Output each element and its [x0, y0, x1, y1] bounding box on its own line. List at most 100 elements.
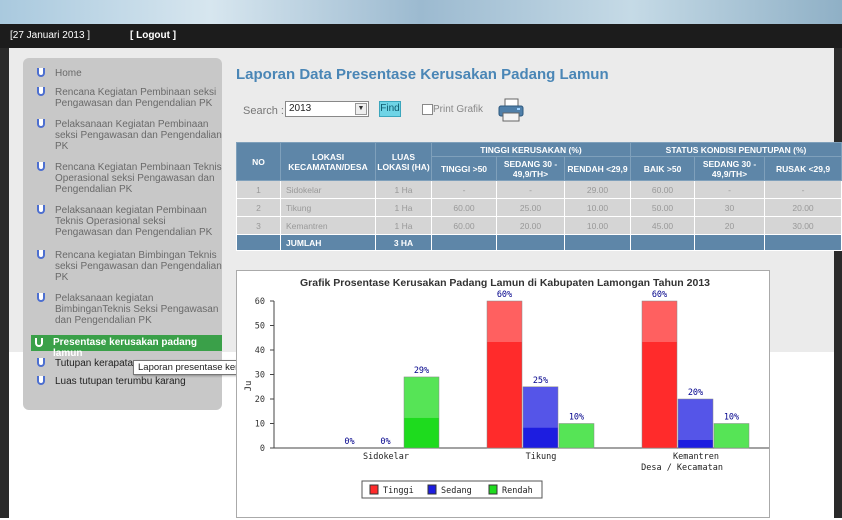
bookmark-icon	[37, 358, 45, 367]
bar-highlight	[523, 386, 558, 428]
cell-baik: 50.00	[630, 198, 696, 217]
data-label: 10%	[724, 413, 739, 423]
sum-empty	[563, 234, 632, 251]
cell-no: 3	[236, 216, 281, 235]
y-tick-label: 0	[260, 444, 265, 454]
sum-empty	[496, 234, 565, 251]
y-tick-label: 60	[255, 297, 265, 307]
data-label: 25%	[533, 376, 548, 386]
header-rusak: RUSAK <29,9	[764, 156, 842, 181]
sum-empty	[694, 234, 766, 251]
cell-rusak: 30.00	[764, 216, 842, 235]
data-label: 29%	[414, 366, 429, 376]
sidebar-item-padang-lamun[interactable]: Presentase kerusakan padang lamun	[31, 335, 222, 359]
header-no: NO	[236, 142, 281, 181]
cell-lokasi: Tikung	[280, 198, 376, 217]
cell-baik: 60.00	[630, 180, 696, 199]
cell-lokasi: Sidokelar	[280, 180, 376, 199]
cell-rendah: 29.00	[563, 180, 632, 199]
category-label: Sidokelar	[363, 452, 409, 462]
cell-sedang: 20.00	[496, 216, 565, 235]
bar-chart: 0 10 20 30 40 50 60 Ju 0% 0% 29% Sidokelar 60% 25% 10%…	[244, 290, 770, 499]
bar-highlight	[487, 301, 522, 342]
header-sedang: SEDANG 30 - 49,9/TH>	[496, 156, 565, 181]
legend-label: Rendah	[502, 486, 533, 496]
data-label: 60%	[652, 290, 667, 300]
header-tinggi: TINGGI >50	[431, 156, 497, 181]
cell-sedang-status: 30	[694, 198, 766, 217]
cell-no: 2	[236, 198, 281, 217]
print-grafik-label: Print Grafik	[433, 104, 484, 115]
cell-sedang: -	[496, 180, 565, 199]
legend-label: Tinggi	[383, 486, 414, 496]
sidebar-item-label: Rencana kegiatan Bimbingan Teknis seksi …	[55, 250, 222, 283]
chart-title: Grafik Prosentase Kerusakan Padang Lamun…	[300, 277, 710, 289]
sidebar-item-label: Rencana Kegiatan Pembinaan seksi Pengawa…	[55, 87, 217, 109]
sum-empty	[236, 234, 281, 251]
header-group-status: STATUS KONDISI PENUTUPAN (%)	[630, 142, 842, 157]
cell-rusak: -	[764, 180, 842, 199]
cell-luas: 1 Ha	[375, 198, 432, 217]
data-label: 60%	[497, 290, 512, 300]
header-group-tinggi: TINGGI KERUSAKAN (%)	[430, 142, 632, 157]
sum-luas: 3 HA	[375, 234, 432, 251]
find-button[interactable]: Find	[379, 101, 401, 117]
cell-luas: 1 Ha	[375, 216, 432, 235]
cell-tinggi: 60.00	[431, 198, 497, 217]
bar-highlight	[404, 376, 439, 418]
printer-icon[interactable]	[497, 98, 525, 122]
header-sedang-status: SEDANG 30 - 49,9/TH>	[694, 156, 766, 181]
current-date: [27 Januari 2013 ]	[10, 30, 91, 41]
bar-highlight	[642, 301, 677, 342]
year-select[interactable]: 2013 ▼	[285, 101, 369, 117]
cell-rendah: 10.00	[563, 216, 632, 235]
logout-link[interactable]: [ Logout ]	[130, 30, 176, 41]
sidebar-item-label: Luas tutupan terumbu karang	[55, 376, 186, 387]
category-label: Tikung	[526, 452, 557, 462]
data-label: 0%	[344, 437, 354, 447]
bar-highlight	[678, 399, 713, 440]
bookmark-icon	[37, 293, 45, 302]
bookmark-icon	[35, 338, 43, 347]
bookmark-icon	[37, 87, 45, 96]
data-table: NO LOKASI KECAMATAN/DESA LUAS LOKASI (HA…	[236, 142, 842, 251]
y-tick-label: 50	[255, 322, 265, 332]
data-label: 0%	[380, 437, 390, 447]
chart-container: Grafik Prosentase Kerusakan Padang Lamun…	[236, 270, 770, 518]
y-tick-label: 20	[255, 395, 265, 405]
table-row: 2 Tikung 1 Ha 60.00 25.00 10.00 50.00 30…	[236, 198, 842, 217]
sidebar-item-label: Pelaksanaan kegiatan Pembinaan Teknis Op…	[55, 205, 213, 238]
header-luas: LUAS LOKASI (HA)	[375, 142, 432, 181]
cell-luas: 1 Ha	[375, 180, 432, 199]
cell-sedang: 25.00	[496, 198, 565, 217]
bookmark-icon	[37, 250, 45, 259]
bookmark-icon	[37, 68, 45, 77]
legend-swatch-rendah	[488, 484, 498, 495]
y-tick-label: 40	[255, 346, 265, 356]
cell-rusak: 20.00	[764, 198, 842, 217]
bookmark-icon	[37, 162, 45, 171]
cell-sedang-status: -	[694, 180, 766, 199]
bar-highlight	[559, 423, 594, 448]
legend-swatch-tinggi	[369, 484, 379, 495]
cell-baik: 45.00	[630, 216, 696, 235]
bookmark-icon	[37, 119, 45, 128]
bookmark-icon	[37, 205, 45, 214]
page-title: Laporan Data Presentase Kerusakan Padang…	[236, 66, 609, 83]
header-banner	[0, 0, 842, 24]
legend-swatch-sedang	[427, 484, 437, 495]
y-tick-label: 30	[255, 371, 265, 381]
chevron-down-icon[interactable]: ▼	[355, 103, 367, 115]
cell-sedang-status: 20	[694, 216, 766, 235]
top-bar: [27 Januari 2013 ] [ Logout ]	[0, 24, 842, 48]
year-select-value: 2013	[289, 103, 312, 114]
data-label: 20%	[688, 388, 703, 398]
category-label: Kemantren	[673, 452, 719, 462]
cell-tinggi: -	[431, 180, 497, 199]
search-label: Search :	[243, 105, 284, 117]
y-axis-label: Ju	[244, 381, 254, 392]
sidebar-item-label: Home	[55, 68, 82, 79]
cell-tinggi: 60.00	[431, 216, 497, 235]
print-grafik-checkbox[interactable]	[422, 104, 433, 115]
sidebar-item-label: Pelaksanaan kegiatan BimbinganTeknis Sek…	[55, 293, 219, 326]
